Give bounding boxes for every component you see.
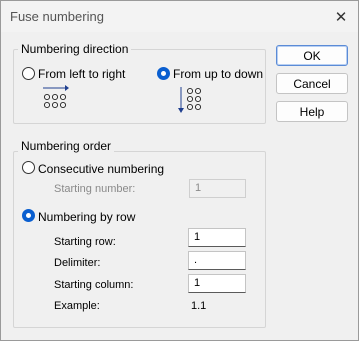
radio-numbering-by-row[interactable]: [22, 209, 35, 222]
radio-consecutive-numbering[interactable]: [22, 161, 35, 174]
numbering-by-row-label: Numbering by row: [38, 210, 136, 224]
consecutive-numbering-label: Consecutive numbering: [38, 162, 165, 176]
starting-row-input[interactable]: 1: [188, 228, 246, 247]
help-button[interactable]: Help: [276, 101, 348, 122]
example-label: Example:: [54, 300, 100, 312]
starting-column-label: Starting column:: [54, 279, 134, 291]
radio-up-to-down[interactable]: [157, 67, 170, 80]
starting-column-input[interactable]: 1: [188, 274, 246, 293]
starting-number-input[interactable]: 1: [189, 179, 246, 198]
left-to-right-label: From left to right: [38, 67, 126, 81]
numbering-order-label: Numbering order: [18, 139, 115, 153]
up-to-down-icon: [178, 87, 202, 113]
fuse-numbering-dialog: Fuse numbering ✕ Numbering direction Fro…: [0, 0, 359, 341]
starting-number-label: Starting number:: [54, 183, 136, 195]
cancel-button[interactable]: Cancel: [276, 73, 348, 94]
left-to-right-icon: [43, 85, 69, 109]
example-value: 1.1: [191, 300, 207, 312]
ok-button[interactable]: OK: [276, 45, 348, 66]
delimiter-input[interactable]: .: [188, 251, 246, 270]
radio-left-to-right[interactable]: [22, 67, 35, 80]
close-button[interactable]: ✕: [330, 6, 352, 28]
window-title: Fuse numbering: [10, 9, 104, 24]
close-icon: ✕: [334, 9, 348, 26]
delimiter-label: Delimiter:: [54, 257, 101, 269]
starting-row-label: Starting row:: [54, 236, 116, 248]
title-bar: Fuse numbering ✕: [1, 1, 358, 32]
up-to-down-label: From up to down: [173, 67, 264, 81]
numbering-direction-label: Numbering direction: [18, 42, 132, 56]
